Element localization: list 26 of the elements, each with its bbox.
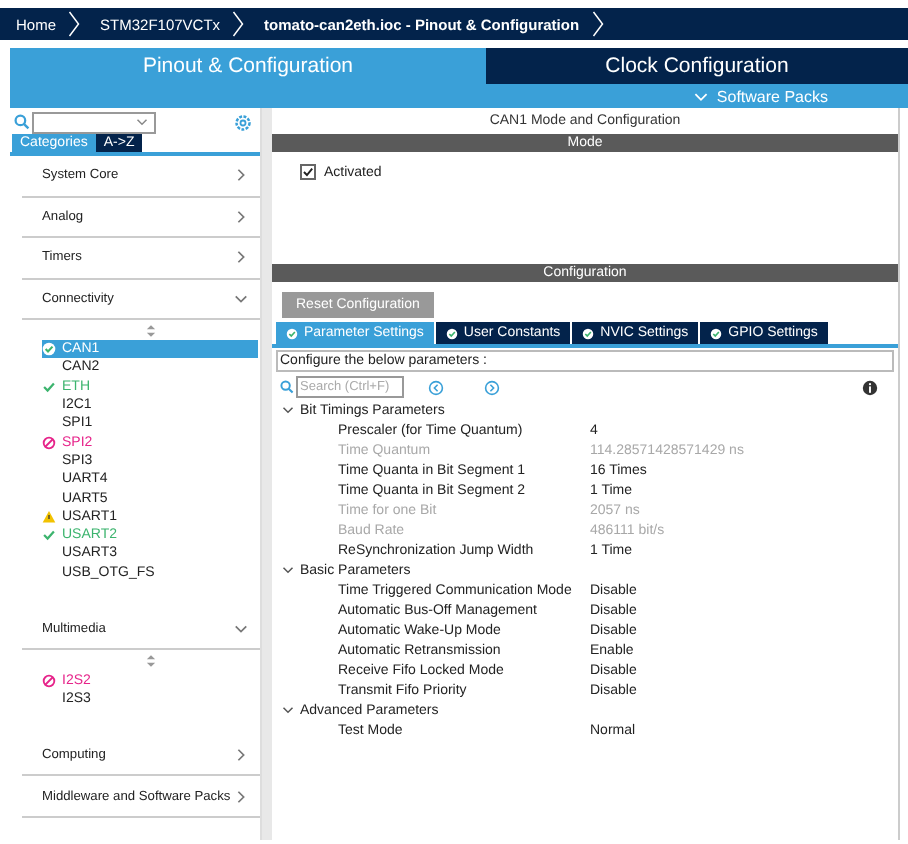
check-icon bbox=[42, 528, 56, 543]
sort-icon[interactable] bbox=[146, 654, 156, 669]
previous-icon[interactable] bbox=[428, 379, 444, 395]
search-icon bbox=[280, 380, 294, 394]
info-icon[interactable] bbox=[862, 379, 878, 395]
search-icon bbox=[14, 114, 30, 130]
check-circle-icon bbox=[286, 327, 298, 339]
caret-icon bbox=[136, 117, 148, 125]
settings-icon[interactable] bbox=[234, 113, 252, 131]
chevron-icon bbox=[591, 8, 604, 40]
prohibited-icon bbox=[42, 435, 56, 450]
check-icon bbox=[42, 379, 56, 394]
sort-icon[interactable] bbox=[146, 324, 156, 338]
main-tab[interactable]: Clock Configuration bbox=[486, 48, 908, 84]
activated-checkbox[interactable] bbox=[300, 164, 316, 180]
next-icon[interactable] bbox=[484, 379, 500, 395]
chevron-down-icon bbox=[694, 91, 709, 101]
chevron-icon bbox=[68, 8, 81, 40]
check-circle-icon bbox=[710, 327, 723, 339]
check-circle-icon bbox=[582, 327, 595, 339]
prohibited-icon bbox=[42, 673, 56, 687]
warning-icon bbox=[42, 509, 56, 524]
check-circle-icon bbox=[42, 342, 56, 357]
check-circle-icon bbox=[445, 327, 458, 339]
search-dropdown[interactable] bbox=[32, 111, 156, 133]
chevron-icon bbox=[232, 8, 245, 40]
